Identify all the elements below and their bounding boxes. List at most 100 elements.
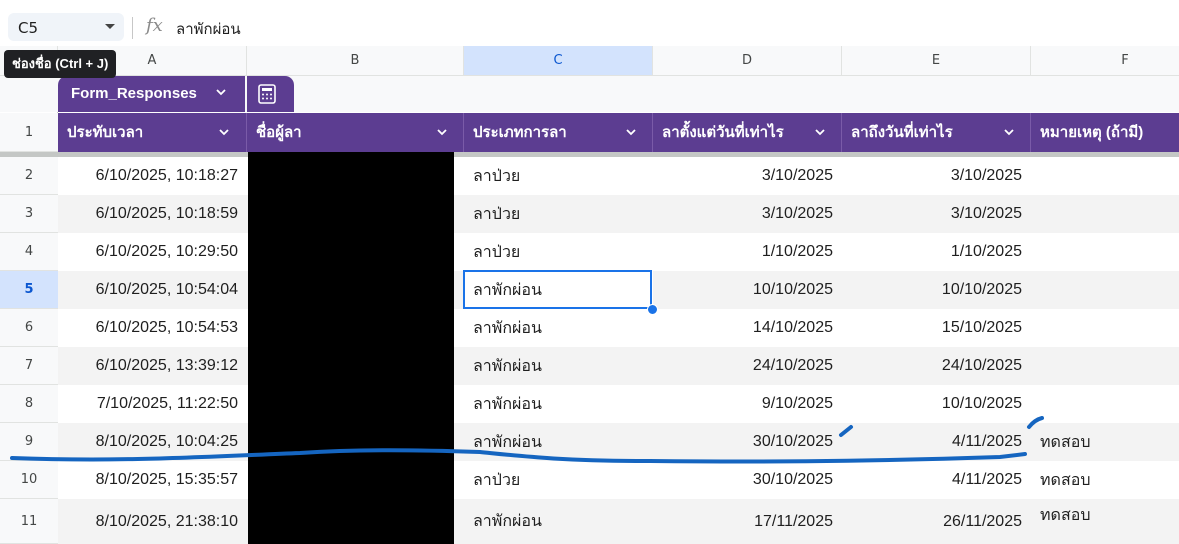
cell-timestamp[interactable]: 6/10/2025, 13:39:12 xyxy=(58,347,247,385)
header-name-label: ชื่อผู้ลา xyxy=(256,124,302,141)
row-number-selected[interactable]: 5 xyxy=(0,271,58,309)
row-number[interactable]: 11 xyxy=(0,499,58,544)
cell-from-date[interactable]: 3/10/2025 xyxy=(653,195,842,233)
row-number-1[interactable]: 1 xyxy=(0,113,58,152)
chevron-down-icon[interactable] xyxy=(1003,126,1015,138)
cell-leave-type-selected[interactable]: ลาพักผ่อน xyxy=(464,271,653,309)
table-row: 8/10/2025, 21:38:10 ลาพักผ่อน 17/11/2025… xyxy=(58,499,1179,544)
cell-timestamp[interactable]: 6/10/2025, 10:18:27 xyxy=(58,157,247,195)
cell-timestamp[interactable]: 8/10/2025, 15:35:57 xyxy=(58,461,247,499)
formula-input[interactable]: ลาพักผ่อน xyxy=(176,17,241,41)
table-row: 7/10/2025, 11:22:50 ลาพักผ่อน 9/10/2025 … xyxy=(58,385,1179,423)
cell-from-date[interactable]: 3/10/2025 xyxy=(653,157,842,195)
cell-timestamp[interactable]: 6/10/2025, 10:54:53 xyxy=(58,309,247,347)
cell-timestamp[interactable]: 8/10/2025, 10:04:25 xyxy=(58,423,247,461)
cell-note[interactable]: ทดสอบ xyxy=(1031,461,1179,499)
name-box[interactable]: C5 xyxy=(8,13,124,41)
row-number[interactable]: 10 xyxy=(0,461,58,499)
chevron-down-icon[interactable] xyxy=(814,126,826,138)
cell-from-date[interactable]: 1/10/2025 xyxy=(653,233,842,271)
cell-note[interactable] xyxy=(1031,271,1179,309)
row-number[interactable]: 6 xyxy=(0,309,58,347)
cell-note[interactable] xyxy=(1031,385,1179,423)
cell-note[interactable] xyxy=(1031,233,1179,271)
cell-leave-type[interactable]: ลาป่วย xyxy=(464,157,653,195)
cell-leave-type[interactable]: ลาพักผ่อน xyxy=(464,385,653,423)
cell-to-date[interactable]: 4/11/2025 xyxy=(842,423,1031,461)
cell-to-date[interactable]: 10/10/2025 xyxy=(842,385,1031,423)
cell-leave-type[interactable]: ลาพักผ่อน xyxy=(464,309,653,347)
cell-leave-type[interactable]: ลาป่วย xyxy=(464,461,653,499)
name-box-tooltip: ช่องชื่อ (Ctrl + J) xyxy=(4,50,117,78)
cell-leave-type[interactable]: ลาป่วย xyxy=(464,195,653,233)
row-number[interactable]: 8 xyxy=(0,385,58,423)
row-number[interactable]: 2 xyxy=(0,157,58,195)
chevron-down-icon[interactable] xyxy=(215,86,227,98)
chevron-down-icon[interactable] xyxy=(625,126,637,138)
header-timestamp[interactable]: ประทับเวลา xyxy=(58,113,247,152)
cell-note[interactable] xyxy=(1031,157,1179,195)
cell-from-date[interactable]: 17/11/2025 xyxy=(653,499,842,544)
cell-note[interactable]: ทดสอบ xyxy=(1031,423,1179,461)
cell-from-date[interactable]: 24/10/2025 xyxy=(653,347,842,385)
table-name[interactable]: Form_Responses xyxy=(71,85,197,102)
cell-note[interactable] xyxy=(1031,195,1179,233)
cell-from-date[interactable]: 9/10/2025 xyxy=(653,385,842,423)
cell-to-date[interactable]: 3/10/2025 xyxy=(842,195,1031,233)
cell-from-date[interactable]: 30/10/2025 xyxy=(653,423,842,461)
column-header-c[interactable]: C xyxy=(464,46,653,75)
cell-to-date[interactable]: 3/10/2025 xyxy=(842,157,1031,195)
header-to-date-label: ลาถึงวันที่เท่าไร xyxy=(851,124,953,141)
cell-from-date[interactable]: 30/10/2025 xyxy=(653,461,842,499)
chevron-down-icon[interactable] xyxy=(218,126,230,138)
header-leave-type[interactable]: ประเภทการลา xyxy=(464,113,653,152)
formula-bar: C5 fx ลาพักผ่อน xyxy=(0,9,1179,47)
cell-to-date[interactable]: 10/10/2025 xyxy=(842,271,1031,309)
column-header-f[interactable]: F xyxy=(1031,46,1179,75)
column-header-e[interactable]: E xyxy=(842,46,1031,75)
formula-bar-divider xyxy=(132,17,133,39)
table-row: 6/10/2025, 10:54:04 ลาพักผ่อน 10/10/2025… xyxy=(58,271,1179,309)
cell-note[interactable] xyxy=(1031,347,1179,385)
cell-from-date[interactable]: 10/10/2025 xyxy=(653,271,842,309)
fill-handle[interactable] xyxy=(647,304,658,315)
column-header-row: A B C D E F xyxy=(0,46,1179,76)
cell-leave-type[interactable]: ลาพักผ่อน xyxy=(464,423,653,461)
table-tab[interactable]: Form_Responses xyxy=(58,76,294,112)
header-from-date[interactable]: ลาตั้งแต่วันที่เท่าไร xyxy=(653,113,842,152)
row-number[interactable]: 3 xyxy=(0,195,58,233)
row-number[interactable]: 7 xyxy=(0,347,58,385)
cell-leave-type[interactable]: ลาพักผ่อน xyxy=(464,499,653,544)
cell-leave-type[interactable]: ลาป่วย xyxy=(464,233,653,271)
cell-from-date[interactable]: 14/10/2025 xyxy=(653,309,842,347)
cell-note[interactable] xyxy=(1031,309,1179,347)
header-name[interactable]: ชื่อผู้ลา xyxy=(247,113,464,152)
row-number[interactable]: 4 xyxy=(0,233,58,271)
row-number[interactable]: 9 xyxy=(0,423,58,461)
cell-to-date[interactable]: 15/10/2025 xyxy=(842,309,1031,347)
cell-to-date[interactable]: 26/11/2025 xyxy=(842,499,1031,544)
cell-timestamp[interactable]: 6/10/2025, 10:29:50 xyxy=(58,233,247,271)
cell-leave-type[interactable]: ลาพักผ่อน xyxy=(464,347,653,385)
calculator-icon[interactable] xyxy=(256,83,278,105)
header-to-date[interactable]: ลาถึงวันที่เท่าไร xyxy=(842,113,1031,152)
cell-to-date[interactable]: 24/10/2025 xyxy=(842,347,1031,385)
chevron-down-icon[interactable] xyxy=(436,126,448,138)
cell-to-date[interactable]: 4/11/2025 xyxy=(842,461,1031,499)
header-note[interactable]: หมายเหตุ (ถ้ามี) xyxy=(1031,113,1179,152)
column-header-b[interactable]: B xyxy=(247,46,464,75)
cell-timestamp[interactable]: 6/10/2025, 10:54:04 xyxy=(58,271,247,309)
dropdown-arrow-icon[interactable] xyxy=(105,24,115,29)
cell-note[interactable]: ทดสอบ xyxy=(1031,499,1179,544)
cell-to-date[interactable]: 1/10/2025 xyxy=(842,233,1031,271)
header-leave-type-label: ประเภทการลา xyxy=(473,124,567,141)
header-timestamp-label: ประทับเวลา xyxy=(67,124,144,141)
cell-timestamp[interactable]: 7/10/2025, 11:22:50 xyxy=(58,385,247,423)
table-header-row: ประทับเวลา ชื่อผู้ลา ประเภทการลา ลาตั้งแ… xyxy=(58,113,1179,152)
cell-timestamp[interactable]: 8/10/2025, 21:38:10 xyxy=(58,499,247,544)
cell-timestamp[interactable]: 6/10/2025, 10:18:59 xyxy=(58,195,247,233)
redacted-names xyxy=(248,152,454,544)
table-row: 6/10/2025, 10:18:27 ลาป่วย 3/10/2025 3/1… xyxy=(58,157,1179,195)
column-header-d[interactable]: D xyxy=(653,46,842,75)
tab-divider xyxy=(245,76,247,112)
